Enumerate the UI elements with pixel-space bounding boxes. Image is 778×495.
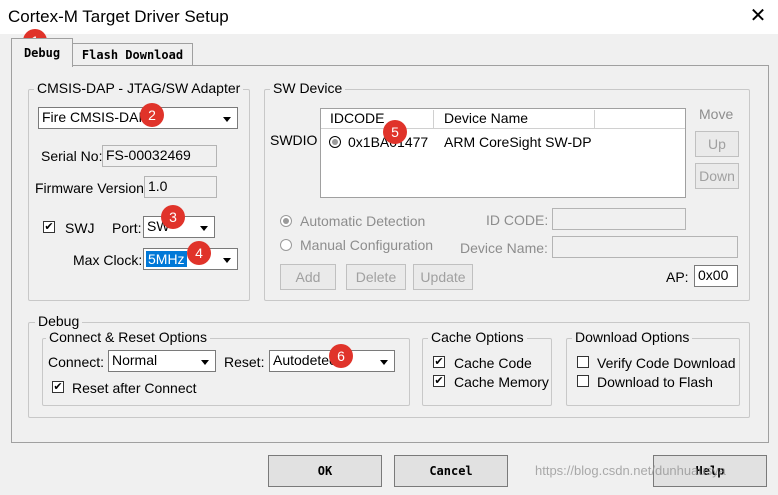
- max-clock-label: Max Clock:: [73, 252, 143, 268]
- verify-code-download-checkbox[interactable]: [577, 356, 589, 368]
- automatic-detection-radio[interactable]: [280, 215, 292, 227]
- cancel-button[interactable]: Cancel: [394, 455, 508, 487]
- reset-label: Reset:: [224, 354, 265, 370]
- chevron-down-icon: [217, 250, 236, 268]
- swj-checkbox[interactable]: ✔: [43, 221, 55, 233]
- connect-reset-legend: Connect & Reset Options: [46, 329, 210, 345]
- verify-code-download-label: Verify Code Download: [597, 355, 736, 371]
- column-device-name[interactable]: Device Name: [444, 110, 595, 128]
- automatic-detection-label: Automatic Detection: [300, 213, 426, 229]
- connect-label: Connect:: [48, 354, 105, 370]
- row-device-name: ARM CoreSight SW-DP: [444, 134, 592, 150]
- manual-configuration-radio[interactable]: [280, 239, 292, 251]
- annotation-badge-6: 6: [329, 344, 353, 368]
- adapter-select-value: Fire CMSIS-DAP: [42, 109, 148, 125]
- tab-debug[interactable]: Debug: [11, 38, 73, 67]
- download-to-flash-label: Download to Flash: [597, 374, 713, 390]
- reset-after-connect-label: Reset after Connect: [72, 380, 197, 396]
- device-name-label: Device Name:: [460, 240, 548, 256]
- serial-field: FS-00032469: [102, 145, 217, 167]
- column-idcode[interactable]: IDCODE: [330, 110, 434, 128]
- connect-select[interactable]: Normal: [108, 350, 216, 372]
- ok-button[interactable]: OK: [268, 455, 382, 487]
- swj-label: SWJ: [65, 220, 95, 236]
- firmware-label: Firmware Version:: [35, 180, 148, 196]
- cache-memory-label: Cache Memory: [454, 374, 549, 390]
- download-options-legend: Download Options: [572, 329, 693, 345]
- list-header: IDCODE Device Name: [321, 109, 685, 129]
- swdio-label: SWDIO: [270, 132, 318, 148]
- window-title: Cortex-M Target Driver Setup: [8, 7, 229, 26]
- debug-legend: Debug: [35, 313, 83, 329]
- tab-debug-label: Debug: [23, 46, 61, 60]
- annotation-badge-3: 3: [161, 205, 185, 229]
- close-icon[interactable]: ✕: [745, 3, 771, 29]
- reset-after-connect-checkbox[interactable]: ✔: [52, 381, 64, 393]
- annotation-badge-2: 2: [140, 103, 164, 127]
- adapter-select[interactable]: Fire CMSIS-DAP: [38, 107, 238, 129]
- firmware-field: 1.0: [144, 176, 217, 198]
- chevron-down-icon: [194, 218, 213, 236]
- max-clock-value: 5MHz: [146, 251, 187, 267]
- chevron-down-icon: [217, 109, 236, 127]
- adapter-legend: CMSIS-DAP - JTAG/SW Adapter: [34, 80, 244, 96]
- download-to-flash-checkbox[interactable]: [577, 375, 589, 387]
- cache-memory-checkbox[interactable]: ✔: [433, 375, 445, 387]
- update-button[interactable]: Update: [413, 264, 473, 290]
- connect-select-value: Normal: [112, 352, 158, 368]
- down-button[interactable]: Down: [695, 163, 739, 189]
- ap-label: AP:: [666, 269, 689, 285]
- cache-code-label: Cache Code: [454, 355, 532, 371]
- manual-configuration-label: Manual Configuration: [300, 237, 434, 253]
- port-label: Port:: [112, 220, 142, 236]
- row-selected-radio: [329, 136, 341, 148]
- cache-options-group: [422, 338, 552, 406]
- watermark: https://blog.csdn.net/dunhuausya: [535, 463, 726, 478]
- id-code-field[interactable]: [552, 208, 686, 230]
- move-label: Move: [699, 106, 734, 122]
- annotation-badge-5: 5: [383, 120, 407, 144]
- chevron-down-icon: [374, 352, 393, 370]
- cache-options-legend: Cache Options: [428, 329, 527, 345]
- table-row[interactable]: 0x1BA01477 ARM CoreSight SW-DP: [321, 130, 685, 152]
- id-code-label: ID CODE:: [486, 212, 549, 228]
- serial-label: Serial No:: [41, 148, 103, 164]
- tab-flash-download[interactable]: Flash Download: [72, 43, 193, 66]
- annotation-badge-4: 4: [187, 241, 211, 265]
- delete-button[interactable]: Delete: [346, 264, 406, 290]
- device-list[interactable]: IDCODE Device Name 0x1BA01477 ARM CoreSi…: [320, 108, 686, 198]
- tab-flash-download-label: Flash Download: [81, 48, 184, 62]
- up-button[interactable]: Up: [695, 131, 739, 157]
- cache-code-checkbox[interactable]: ✔: [433, 356, 445, 368]
- sw-device-legend: SW Device: [270, 80, 346, 96]
- ap-field[interactable]: 0x00: [694, 265, 738, 287]
- device-name-field[interactable]: [552, 236, 738, 258]
- add-button[interactable]: Add: [280, 264, 336, 290]
- download-options-group: [566, 338, 740, 406]
- chevron-down-icon: [195, 352, 214, 370]
